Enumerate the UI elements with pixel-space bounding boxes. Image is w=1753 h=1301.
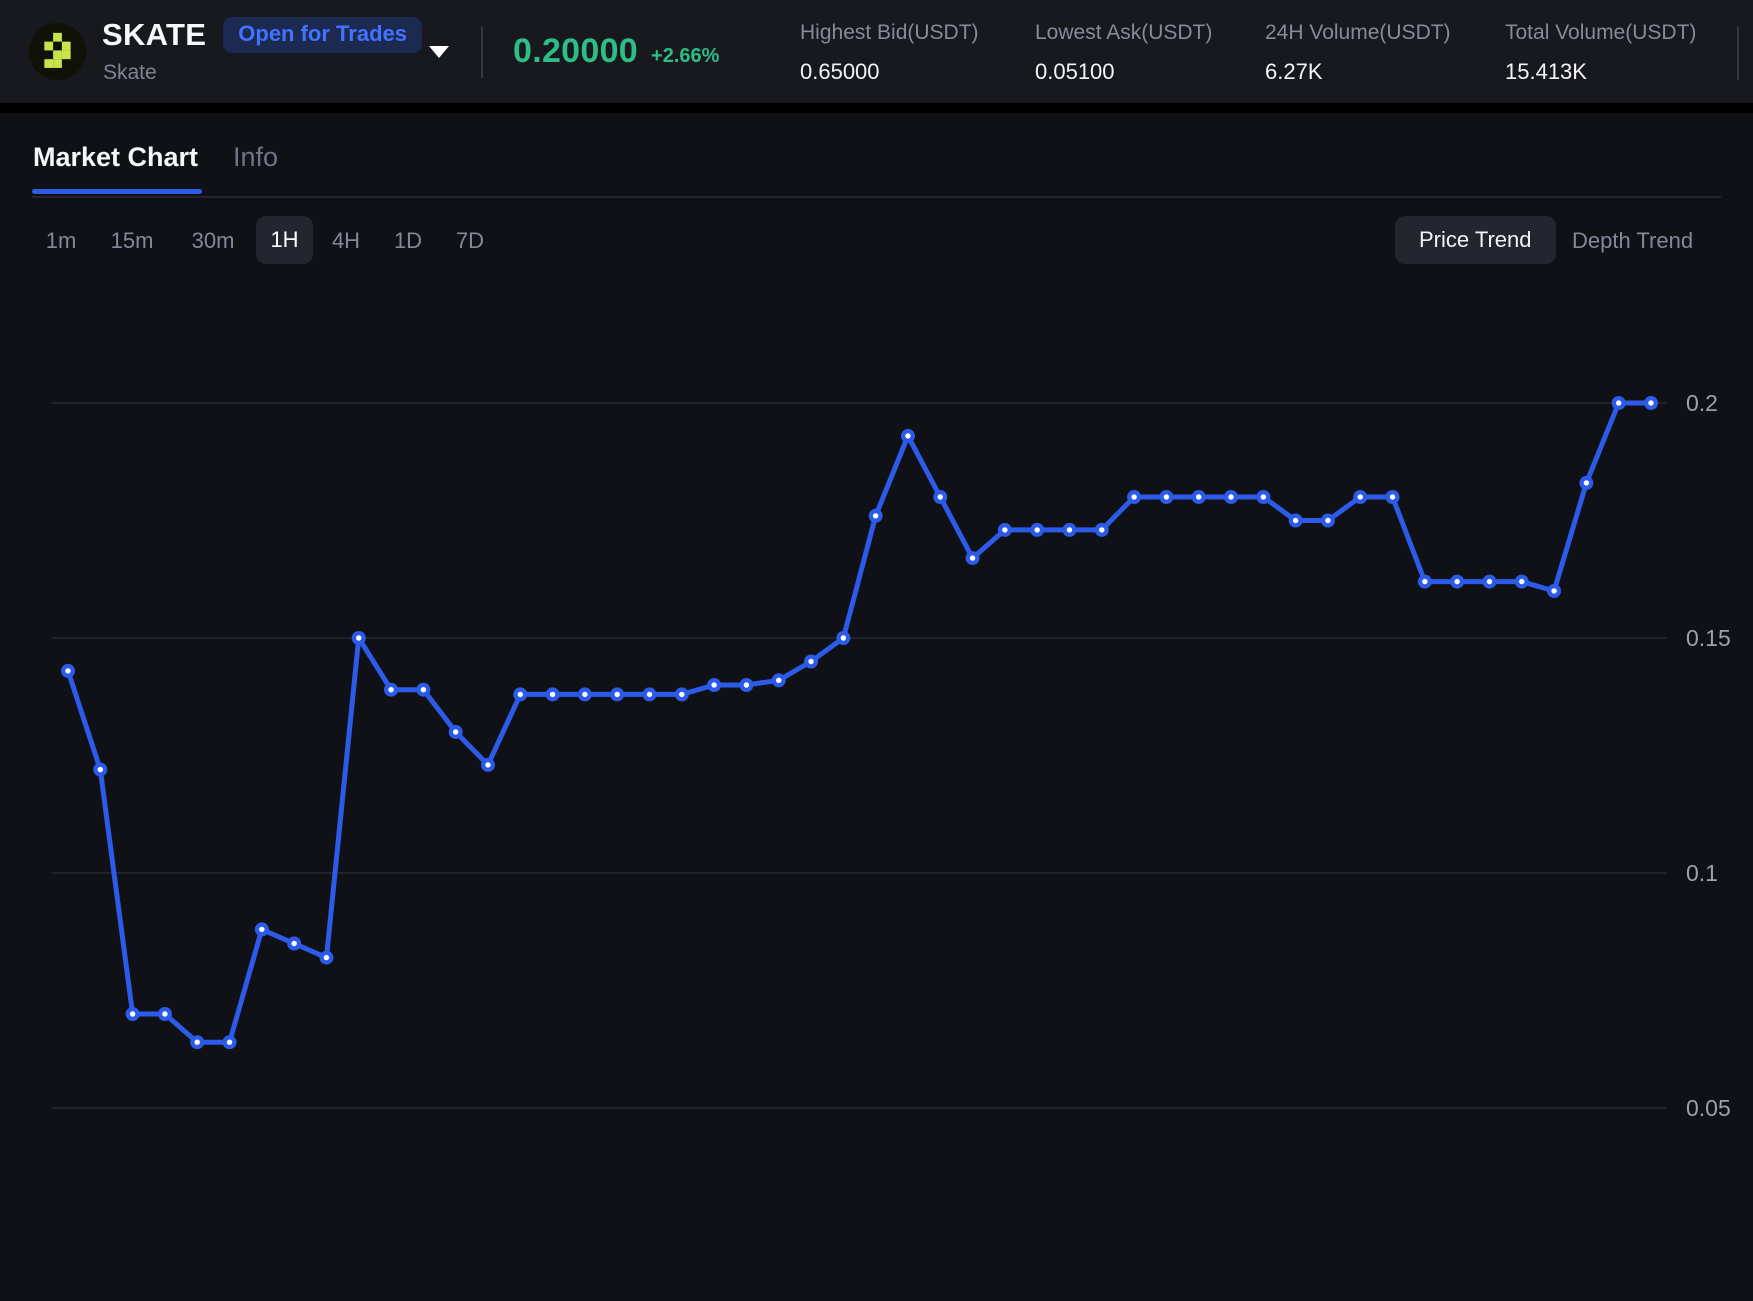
market-header: SKATE Open for Trades Skate 0.20000 +2.6…	[0, 0, 1753, 103]
chart-data-point-core	[1422, 579, 1427, 584]
chart-data-point-core	[130, 1011, 135, 1016]
chart-data-point-core	[1616, 400, 1621, 405]
price-trend-chart[interactable]: 0.2 0.15 0.1 0.05	[0, 265, 1753, 1301]
chart-data-point-core	[905, 433, 910, 438]
depth-trend-button[interactable]: Depth Trend	[1572, 228, 1693, 254]
interval-30m[interactable]: 30m	[192, 228, 235, 254]
chart-data-point-core	[1584, 480, 1589, 485]
tab-info[interactable]: Info	[233, 142, 278, 173]
stat-label: 24H Volume(USDT)	[1265, 21, 1451, 45]
chart-data-point-core	[1454, 579, 1459, 584]
tab-divider	[32, 196, 1721, 198]
chart-data-point-core	[711, 682, 716, 687]
y-axis-tick-label: 0.1	[1686, 860, 1718, 886]
chart-data-point-core	[1487, 579, 1492, 584]
chart-data-point-core	[1196, 494, 1201, 499]
chart-data-point-core	[65, 668, 70, 673]
chart-data-point-core	[421, 687, 426, 692]
chart-data-point-core	[1551, 588, 1556, 593]
chart-data-point-core	[1648, 400, 1653, 405]
token-logo-icon	[29, 23, 86, 80]
chart-data-point-core	[744, 682, 749, 687]
chart-data-point-core	[259, 927, 264, 932]
chart-data-point-core	[582, 692, 587, 697]
chart-data-point-core	[1519, 579, 1524, 584]
stat-label: Total Volume(USDT)	[1505, 21, 1696, 45]
chart-data-point-core	[98, 767, 103, 772]
chart-data-point-core	[1164, 494, 1169, 499]
chart-data-point-core	[324, 955, 329, 960]
token-symbol: SKATE	[102, 17, 206, 53]
chart-data-point-core	[550, 692, 555, 697]
y-axis-tick-label: 0.05	[1686, 1095, 1731, 1121]
chart-data-point-core	[1261, 494, 1266, 499]
stat-value: 15.413K	[1505, 59, 1696, 85]
interval-1h-active[interactable]: 1H	[256, 216, 313, 264]
chart-data-point-core	[1325, 518, 1330, 523]
chart-data-point-core	[615, 692, 620, 697]
token-name: Skate	[103, 61, 157, 85]
chart-data-point-core	[162, 1011, 167, 1016]
token-title-row: SKATE Open for Trades	[102, 17, 422, 53]
price-change-percent: +2.66%	[651, 45, 719, 68]
chart-data-point-core	[808, 659, 813, 664]
chart-data-point-core	[1034, 527, 1039, 532]
price-trend-button[interactable]: Price Trend	[1395, 216, 1556, 264]
active-tab-underline	[32, 189, 202, 194]
chart-data-point-core	[1099, 527, 1104, 532]
chart-data-point-core	[938, 494, 943, 499]
last-price: 0.20000	[513, 32, 638, 71]
interval-7d[interactable]: 7D	[456, 228, 484, 254]
chart-data-point-core	[970, 555, 975, 560]
stat-value: 0.65000	[800, 59, 979, 85]
y-axis-tick-label: 0.15	[1686, 625, 1731, 651]
stat-highest-bid: Highest Bid(USDT) 0.65000	[800, 21, 979, 85]
chart-data-point-core	[388, 687, 393, 692]
header-divider	[481, 27, 483, 78]
chart-data-point-core	[518, 692, 523, 697]
y-axis-tick-label: 0.2	[1686, 390, 1718, 416]
status-badge: Open for Trades	[223, 17, 422, 53]
stat-value: 0.05100	[1035, 59, 1212, 85]
chart-data-point-core	[453, 729, 458, 734]
tab-market-chart[interactable]: Market Chart	[33, 142, 198, 173]
chart-data-point-core	[1358, 494, 1363, 499]
header-divider	[1737, 27, 1739, 80]
chart-data-point-core	[1002, 527, 1007, 532]
interval-1d[interactable]: 1D	[394, 228, 422, 254]
chart-data-point-core	[356, 635, 361, 640]
chart-data-point-core	[195, 1040, 200, 1045]
chevron-down-icon[interactable]	[429, 46, 449, 58]
stat-label: Lowest Ask(USDT)	[1035, 21, 1212, 45]
chart-data-point-core	[1293, 518, 1298, 523]
stat-label: Highest Bid(USDT)	[800, 21, 979, 45]
price-line	[68, 403, 1651, 1042]
chart-data-point-core	[679, 692, 684, 697]
interval-4h[interactable]: 4H	[332, 228, 360, 254]
chart-data-point-core	[841, 635, 846, 640]
stat-total-volume: Total Volume(USDT) 15.413K	[1505, 21, 1696, 85]
chart-data-point-core	[291, 941, 296, 946]
chart-data-point-core	[485, 762, 490, 767]
stat-value: 6.27K	[1265, 59, 1451, 85]
stat-24h-volume: 24H Volume(USDT) 6.27K	[1265, 21, 1451, 85]
chart-data-point-core	[647, 692, 652, 697]
chart-data-point-core	[227, 1040, 232, 1045]
interval-1m[interactable]: 1m	[46, 228, 77, 254]
chart-data-point-core	[1228, 494, 1233, 499]
chart-data-point-core	[873, 513, 878, 518]
chart-data-point-core	[1131, 494, 1136, 499]
header-separator	[0, 103, 1753, 113]
interval-15m[interactable]: 15m	[111, 228, 154, 254]
chart-data-point-core	[776, 678, 781, 683]
stat-lowest-ask: Lowest Ask(USDT) 0.05100	[1035, 21, 1212, 85]
price-block: 0.20000 +2.66%	[513, 32, 719, 71]
chart-data-point-core	[1067, 527, 1072, 532]
chart-data-point-core	[1390, 494, 1395, 499]
